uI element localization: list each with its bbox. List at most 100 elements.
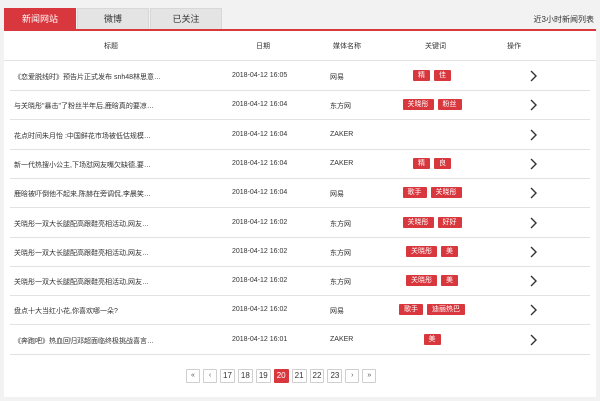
table-header: 标题 日期 媒体名称 关键词 操作 — [4, 31, 596, 61]
news-date: 2018-04-12 16:04 — [232, 189, 288, 197]
keyword-tag: 良 — [434, 157, 451, 169]
news-date: 2018-04-12 16:05 — [232, 72, 288, 79]
news-media: 东方网 — [330, 103, 351, 111]
table-row[interactable]: 花点时间朱月怡 :中国鲜花市场被低估规模… 2018-04-12 16:04 ZAK… — [10, 121, 590, 150]
news-title[interactable]: 《恋爱脱线时》预告片正式发布 snh48林思意… — [14, 72, 184, 82]
column-header-date: 日期 — [256, 43, 270, 50]
keyword-list: 精良 — [367, 157, 497, 169]
prev-page-button[interactable]: ‹ — [203, 369, 217, 383]
news-title[interactable]: 鹿晗被吓倒他不起来,陈赫在旁调侃,李晨笑… — [14, 189, 184, 199]
keyword-tag: 美 — [423, 333, 441, 345]
news-date: 2018-04-12 16:04 — [232, 159, 288, 167]
column-header-action: 操作 — [507, 43, 521, 50]
keyword-tag: 好好 — [437, 216, 462, 228]
keyword-tag: 歌手 — [402, 187, 427, 199]
news-media: 网易 — [330, 74, 344, 81]
news-media: ZAKER — [330, 335, 354, 343]
keyword-list: 关晓彤美 — [367, 275, 497, 287]
keyword-tag: 精 — [413, 70, 430, 81]
keyword-tag: 佳 — [434, 70, 451, 81]
news-media: 东方网 — [330, 279, 351, 287]
table-row[interactable]: 关晓彤一双大长腿配高跟鞋亮相活动,网友… 2018-04-12 16:02 东方网 关… — [10, 267, 590, 297]
chevron-right-icon[interactable] — [528, 157, 538, 171]
news-title[interactable]: 《奔跑吧》热血回归邓超面临终极挑战喜言… — [14, 336, 184, 346]
news-title[interactable]: 与关晓彤"暴击"了粉丝半年后,鹿晗真的要凉… — [14, 101, 184, 111]
page-number-button[interactable]: 20 — [273, 369, 289, 383]
table-row[interactable]: 《恋爱脱线时》预告片正式发布 snh48林思意… 2018-04-12 16:05… — [10, 62, 590, 91]
keyword-tag: 关晓彤 — [402, 216, 434, 228]
news-title[interactable]: 新一代热搜小公主,下场怼网友嘴欠缺德,要… — [14, 160, 184, 170]
news-date: 2018-04-12 16:02 — [232, 306, 288, 314]
table-row[interactable]: 盘点十大当红小花,你喜欢哪一朵? 2018-04-12 16:02 网易 歌手 迪丽热巴 — [10, 296, 590, 326]
keyword-list: 关晓彤美 — [367, 245, 497, 257]
keyword-list: 关晓彤 粉丝 — [367, 99, 497, 111]
news-table-panel: 标题 日期 媒体名称 关键词 操作 《恋爱脱线时》预告片正式发布 snh48林思… — [4, 29, 596, 397]
chevron-right-icon[interactable] — [528, 245, 538, 259]
chevron-right-icon[interactable] — [528, 216, 538, 230]
pagination: «‹ 17 18 19 20 21 22 23 ›» — [186, 369, 377, 383]
tab-bar: 新闻网站 微博 已关注 — [4, 8, 223, 29]
last-page-button[interactable]: » — [362, 369, 377, 383]
keyword-tag: 关晓彤 — [402, 99, 434, 111]
news-media: 网易 — [330, 191, 344, 199]
news-media: 网易 — [330, 308, 344, 316]
table-row[interactable]: 关晓彤一双大长腿配高跟鞋亮相活动,网友… 2018-04-12 16:02 东方网 关… — [10, 238, 590, 267]
keyword-tag: 美 — [441, 275, 458, 287]
page-number-button[interactable]: 23 — [327, 369, 343, 383]
chevron-right-icon[interactable] — [528, 98, 538, 112]
keyword-list: 歌手 迪丽热巴 — [367, 304, 497, 316]
news-media: ZAKER — [330, 159, 354, 167]
news-date: 2018-04-12 16:04 — [232, 130, 288, 138]
keyword-tag: 关晓彤 — [430, 187, 462, 199]
tab-weibo[interactable]: 微博 — [77, 8, 149, 29]
page-number-button[interactable]: 17 — [220, 369, 235, 383]
keyword-tag: 歌手 — [399, 304, 423, 316]
table-row[interactable]: 《奔跑吧》热血回归邓超面临终极挑战喜言… 2018-04-12 16:01 ZAKE… — [10, 326, 590, 355]
news-media: 东方网 — [330, 220, 351, 228]
news-date: 2018-04-12 16:04 — [232, 101, 288, 109]
news-media: ZAKER — [330, 130, 354, 138]
page-number-button[interactable]: 22 — [309, 369, 325, 383]
page-number-button[interactable]: 21 — [291, 369, 307, 383]
keyword-tag: 关晓彤 — [406, 245, 437, 257]
news-title[interactable]: 盘点十大当红小花,你喜欢哪一朵? — [14, 306, 184, 316]
tab-news-sites[interactable]: 新闻网站 — [4, 8, 76, 29]
chevron-right-icon[interactable] — [528, 274, 538, 288]
column-header-title: 标题 — [104, 43, 118, 50]
list-caption: 近3小时新闻列表 — [533, 15, 594, 24]
table-row[interactable]: 与关晓彤"暴击"了粉丝半年后,鹿晗真的要凉… 2018-04-12 16:04 东方… — [10, 91, 590, 121]
news-media: 东方网 — [330, 249, 351, 257]
column-header-media: 媒体名称 — [333, 43, 361, 50]
keyword-tag: 粉丝 — [437, 99, 462, 111]
chevron-right-icon[interactable] — [528, 333, 538, 347]
page-number-button[interactable]: 18 — [237, 369, 253, 383]
news-title[interactable]: 花点时间朱月怡 :中国鲜花市场被低估规模… — [14, 131, 184, 141]
news-date: 2018-04-12 16:01 — [232, 335, 288, 343]
chevron-right-icon[interactable] — [528, 186, 538, 200]
keyword-list: 歌手 关晓彤 — [367, 187, 497, 199]
table-row[interactable]: 新一代热搜小公主,下场怼网友嘴欠缺德,要… 2018-04-12 16:04 ZAK… — [10, 150, 590, 179]
keyword-tag: 美 — [441, 245, 458, 257]
table-row[interactable]: 鹿晗被吓倒他不起来,陈赫在旁调侃,李晨笑… 2018-04-12 16:04 网易 歌… — [10, 179, 590, 209]
keyword-tag: 精 — [413, 157, 430, 169]
keyword-tag: 迪丽热巴 — [427, 304, 465, 316]
news-date: 2018-04-12 16:02 — [232, 277, 288, 285]
chevron-right-icon[interactable] — [528, 128, 538, 142]
news-date: 2018-04-12 16:02 — [232, 218, 288, 226]
page-number-button[interactable]: 19 — [255, 369, 271, 383]
news-title[interactable]: 关晓彤一双大长腿配高跟鞋亮相活动,网友… — [14, 277, 184, 287]
keyword-list: 精佳 — [367, 70, 497, 81]
tab-followed[interactable]: 已关注 — [150, 8, 222, 29]
next-page-button[interactable]: › — [345, 369, 360, 383]
news-title[interactable]: 关晓彤一双大长腿配高跟鞋亮相活动,网友… — [14, 248, 184, 258]
chevron-right-icon[interactable] — [528, 69, 538, 83]
keyword-list: 关晓彤 好好 — [367, 216, 497, 228]
first-page-button[interactable]: « — [186, 369, 200, 383]
chevron-right-icon[interactable] — [528, 303, 538, 317]
keyword-list: 美 — [367, 333, 497, 345]
keyword-tag: 关晓彤 — [406, 275, 437, 287]
table-row[interactable]: 关晓彤一双大长腿配高跟鞋亮相活动,网友… 2018-04-12 16:02 东方网 关… — [10, 209, 590, 238]
news-date: 2018-04-12 16:02 — [232, 247, 288, 255]
news-title[interactable]: 关晓彤一双大长腿配高跟鞋亮相活动,网友… — [14, 219, 184, 229]
column-header-keywords: 关键词 — [425, 43, 446, 50]
